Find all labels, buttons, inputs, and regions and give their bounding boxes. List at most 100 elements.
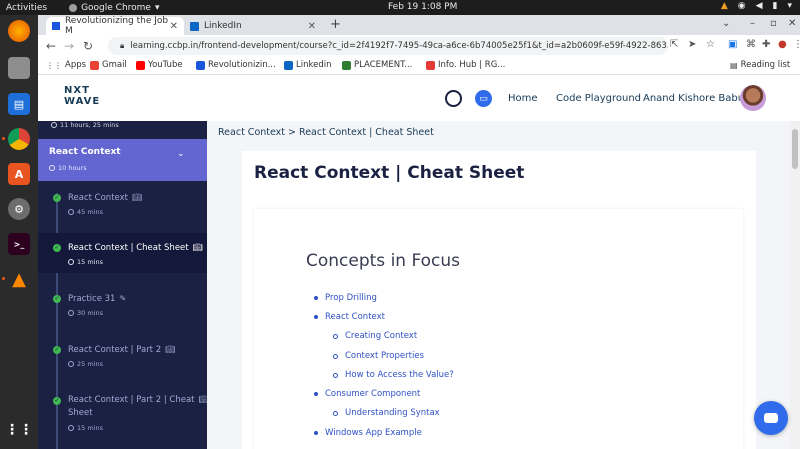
tab-nxtwave[interactable]: Revolutionizing the Job M ✕ [46, 16, 184, 36]
toc-understanding-syntax[interactable]: Understanding Syntax [333, 408, 440, 418]
files-icon[interactable] [8, 57, 30, 79]
sidebar-item-text: Practice 31 [68, 294, 116, 304]
duration-text: 11 hours, 25 mins [60, 121, 119, 129]
reload-icon[interactable]: ↻ [83, 39, 93, 53]
toc-context-properties[interactable]: Context Properties [333, 351, 424, 361]
main-content: React Context > React Context | Cheat Sh… [207, 121, 800, 449]
extension-icon[interactable]: ▣ [728, 39, 737, 50]
breadcrumb[interactable]: React Context > React Context | Cheat Sh… [218, 127, 434, 138]
reading-list[interactable]: ▤ Reading list [730, 60, 790, 70]
sidebar-item-react-context-part-2-cheat-sheet[interactable]: ✓ React Context | Part 2 | Cheat 📖︎ Sheet… [38, 389, 207, 445]
cheat-sheet-body: Concepts in Focus Prop Drilling React Co… [254, 209, 743, 449]
chrome-icon[interactable] [8, 128, 30, 150]
sidebar-item-practice-31[interactable]: ✓ Practice 31 ✎ 30 mins [38, 287, 207, 327]
sidebar-item-text: React Context [68, 193, 128, 203]
sidebar-item-react-context-part-2[interactable]: ✓ React Context | Part 2 📖︎ 25 mins [38, 338, 207, 378]
volume-icon: ◀ [755, 1, 763, 11]
close-window-icon[interactable]: ✕ [788, 18, 796, 29]
sidebar-item-duration: 25 mins [68, 360, 103, 368]
sidebar-item-label: Practice 31 ✎ [68, 292, 126, 306]
bookmark-youtube[interactable]: YouTube [136, 60, 183, 70]
star-icon[interactable]: ☆ [706, 39, 715, 50]
chat-bubble-icon[interactable]: ▭ [475, 90, 492, 107]
bookmark-label: Revolutionizin... [208, 60, 276, 70]
chevron-down-icon: ▾ [787, 1, 792, 11]
firefox-icon[interactable] [8, 20, 30, 42]
share-icon[interactable]: ➤ [688, 39, 696, 50]
terminal-icon[interactable]: >_ [8, 233, 30, 255]
chevron-down-icon[interactable]: ⌄ [177, 149, 185, 159]
toc-how-to-access-value[interactable]: How to Access the Value? [333, 370, 454, 380]
nav-code-playground[interactable]: Code Playground [556, 93, 641, 104]
bookmark-gmail[interactable]: Gmail [90, 60, 127, 70]
software-center-icon[interactable]: A [8, 163, 30, 185]
app-menu[interactable]: Google Chrome ▾ [69, 2, 160, 13]
browser-toolbar: ← → ↻ 🔒︎ learning.ccbp.in/frontend-devel… [38, 35, 800, 57]
reading-list-icon: ▤ [730, 60, 738, 70]
clock-icon [68, 361, 74, 367]
nav-home[interactable]: Home [508, 93, 538, 104]
clock[interactable]: Feb 19 1:08 PM [388, 2, 457, 12]
forward-icon[interactable]: → [64, 39, 74, 53]
nxtwave-logo[interactable]: NXT WAVE [64, 85, 100, 107]
toc-prop-drilling[interactable]: Prop Drilling [314, 293, 377, 303]
check-circle-icon: ✓ [53, 194, 61, 202]
gmail-icon [90, 60, 99, 70]
book-icon: 📖︎ [198, 395, 208, 404]
open-external-icon[interactable]: ⇱ [670, 39, 678, 50]
sidebar-item-react-context-cheat-sheet[interactable]: ✓ React Context | Cheat Sheet 📖︎ 15 mins [38, 233, 207, 273]
chat-support-button[interactable] [754, 401, 788, 435]
sidebar-item-text: React Context | Part 2 [68, 345, 162, 355]
bookmark-placement[interactable]: PLACEMENT... [342, 60, 412, 70]
stopwatch-icon[interactable] [445, 90, 462, 107]
duration-text: 45 mins [77, 208, 103, 216]
module-react-context[interactable]: React Context 10 hours ⌄ [38, 139, 207, 181]
bookmark-apps[interactable]: ⋮⋮ Apps [46, 60, 86, 70]
bookmark-info-hub[interactable]: Info. Hub | RG... [426, 60, 505, 70]
linkedin-icon [284, 60, 293, 70]
tab-linkedin[interactable]: LinkedIn ✕ [184, 17, 322, 35]
close-tab-icon[interactable]: ✕ [308, 21, 316, 32]
reading-list-label: Reading list [740, 60, 791, 70]
profile-icon[interactable]: ● [778, 39, 787, 50]
show-apps-icon[interactable]: ⋮⋮ [5, 419, 33, 441]
new-tab-button[interactable]: + [330, 17, 341, 32]
tab-search-icon[interactable]: ⌄ [722, 18, 730, 29]
toc-creating-context[interactable]: Creating Context [333, 331, 417, 341]
maximize-icon[interactable]: ▫ [770, 18, 777, 29]
sidebar-item-react-context[interactable]: ✓ React Context 📖︎ 45 mins [38, 185, 207, 225]
module-duration: 10 hours [49, 164, 87, 172]
bookmarks-bar: ⋮⋮ Apps Gmail YouTube Revolutionizin... … [38, 57, 800, 75]
vlc-icon[interactable]: ▲ [8, 268, 30, 290]
puzzle-icon[interactable]: ✚ [762, 39, 770, 50]
clock-icon [68, 425, 74, 431]
close-tab-icon[interactable]: ✕ [170, 21, 178, 32]
back-icon[interactable]: ← [46, 39, 56, 53]
app-menu-label: Google Chrome [81, 2, 151, 13]
page-scrollbar[interactable] [790, 121, 800, 449]
writer-icon[interactable]: ▤ [8, 93, 30, 115]
book-icon: 📖︎ [165, 345, 176, 354]
extension-icon[interactable]: ⌘ [746, 39, 756, 50]
settings-icon[interactable]: ⚙ [8, 198, 30, 220]
duration-text: 15 mins [77, 258, 103, 266]
bookmark-label: YouTube [148, 60, 183, 70]
address-bar[interactable]: 🔒︎ learning.ccbp.in/frontend-development… [108, 37, 668, 55]
scrollbar-thumb[interactable] [792, 129, 798, 169]
toc-consumer-component[interactable]: Consumer Component [314, 389, 420, 399]
system-tray[interactable]: ▲ ◉ ◀ ▮ ▾ [721, 1, 792, 11]
pencil-icon: ✎ [119, 294, 127, 303]
minimize-icon[interactable]: – [750, 18, 755, 29]
bookmark-revolutionizing[interactable]: Revolutionizin... [196, 60, 276, 70]
ubuntu-dock: ▤ A ⚙ >_ ▲ ⋮⋮ [0, 15, 38, 449]
avatar[interactable] [740, 85, 766, 111]
user-name[interactable]: Anand Kishore Babu [643, 93, 744, 104]
nxtwave-favicon [52, 22, 60, 30]
menu-dots-icon[interactable]: ⋮ [793, 39, 800, 50]
check-circle-icon: ✓ [53, 295, 61, 303]
toc-windows-app-example[interactable]: Windows App Example [314, 428, 422, 438]
lock-icon: 🔒︎ [120, 41, 125, 50]
activities-button[interactable]: Activities [6, 3, 47, 13]
bookmark-linkedin[interactable]: Linkedin [284, 60, 331, 70]
toc-react-context[interactable]: React Context [314, 312, 385, 322]
